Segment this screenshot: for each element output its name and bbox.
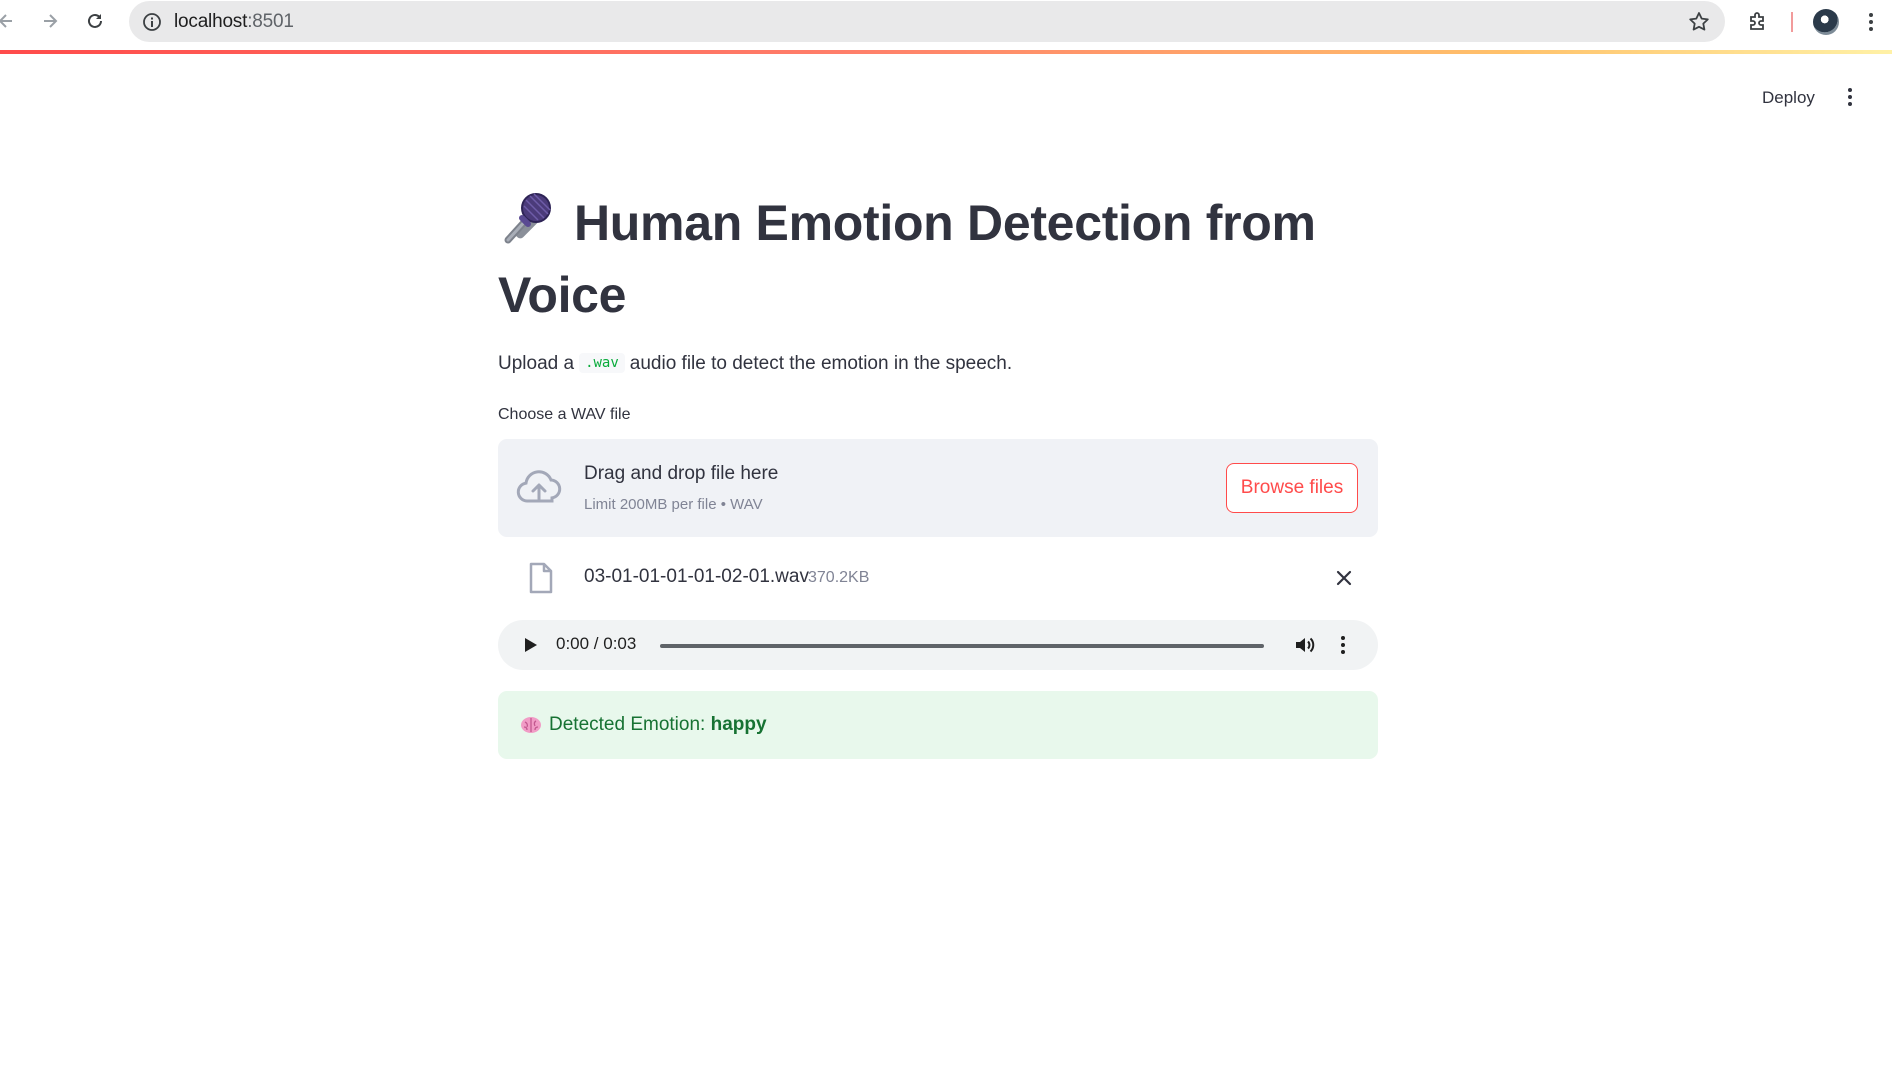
volume-icon[interactable] (1293, 633, 1317, 657)
back-icon[interactable] (0, 9, 18, 33)
remove-file-close-icon[interactable] (1333, 567, 1355, 589)
bookmark-star-icon[interactable] (1687, 10, 1711, 34)
dropzone-limit: Limit 200MB per file • WAV (584, 496, 763, 513)
uploader-label: Choose a WAV file (498, 406, 631, 423)
file-dropzone[interactable]: Drag and drop file here Limit 200MB per … (498, 439, 1378, 537)
uploaded-file-row: 03-01-01-01-01-02-01.wav 370.2KB (498, 537, 1378, 617)
browse-files-button[interactable]: Browse files (1226, 463, 1358, 513)
audio-player: 0:00 / 0:03 (498, 620, 1378, 670)
file-size: 370.2KB (808, 569, 870, 586)
reload-icon[interactable] (83, 9, 107, 33)
detected-emotion-alert: Detected Emotion: happy (498, 691, 1378, 759)
profile-avatar[interactable] (1813, 9, 1839, 35)
detected-emotion-text: Detected Emotion: happy (549, 714, 767, 735)
address-bar[interactable]: localhost:8501 (129, 1, 1725, 42)
toolbar-divider (1791, 12, 1793, 32)
app-decoration-bar (0, 50, 1892, 54)
emotion-value: happy (710, 714, 767, 735)
url-text: localhost:8501 (174, 11, 294, 32)
browser-toolbar: localhost:8501 (0, 0, 1892, 43)
forward-icon[interactable] (38, 9, 62, 33)
file-icon (528, 562, 554, 594)
deploy-button[interactable]: Deploy (1752, 84, 1825, 112)
page-description: Upload a .wav audio file to detect the emo… (498, 353, 1013, 374)
audio-time: 0:00 / 0:03 (556, 634, 637, 653)
site-info-icon[interactable] (142, 12, 162, 32)
cloud-upload-icon (516, 469, 562, 507)
microphone-icon (498, 190, 554, 262)
dropzone-instructions: Drag and drop file here (584, 463, 779, 484)
play-icon[interactable] (520, 635, 540, 655)
audio-progress-bar[interactable] (660, 644, 1264, 648)
file-name: 03-01-01-01-01-02-01.wav (584, 566, 809, 587)
main-content: Human Emotion Detection from Voice Uploa… (498, 190, 1378, 759)
page-title: Human Emotion Detection from Voice (498, 190, 1378, 328)
browser-menu-icon[interactable] (1858, 9, 1884, 35)
extensions-icon[interactable] (1745, 9, 1771, 35)
brain-icon (520, 716, 542, 734)
app-menu-icon[interactable] (1838, 84, 1862, 110)
file-extension-code: .wav (579, 353, 625, 373)
audio-more-options-icon[interactable] (1336, 633, 1350, 657)
